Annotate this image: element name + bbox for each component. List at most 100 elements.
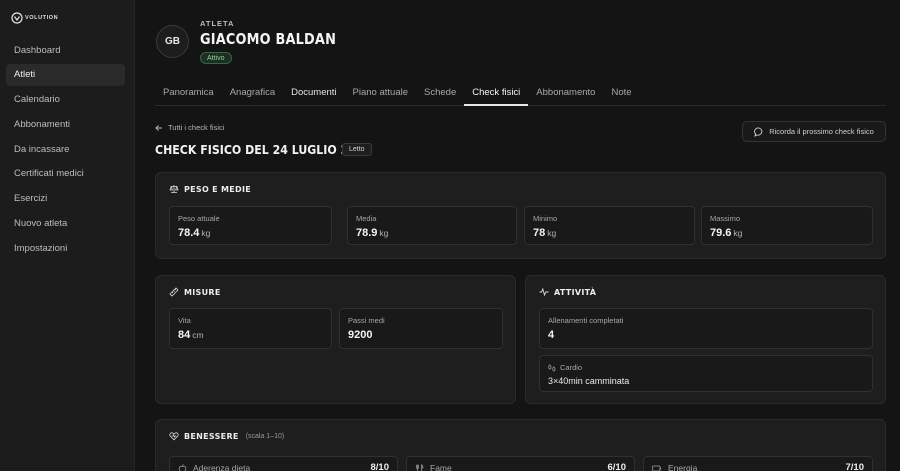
metric-unit: kg <box>733 228 743 238</box>
metric-label: Peso attuale <box>178 214 220 223</box>
score-label-text: Energia <box>668 463 698 471</box>
metric-value: 79.6 kg <box>710 227 742 239</box>
metric-number: 79.6 <box>710 227 732 239</box>
metric-unit: cm <box>192 330 204 340</box>
tab-bar: Panoramica Anagrafica Documenti Piano at… <box>155 84 886 106</box>
sidebar-item-label: Abbonamenti <box>14 118 70 130</box>
tab-label: Anagrafica <box>229 87 276 98</box>
back-link[interactable]: Tutti i check fisici <box>155 123 224 132</box>
metric-value: 4 <box>548 329 555 341</box>
sidebar-item-impostazioni[interactable]: Impostazioni <box>6 237 125 259</box>
metric-label: Cardio <box>548 363 582 372</box>
chat-bubble-icon <box>754 127 763 137</box>
tab-anagrafica[interactable]: Anagrafica <box>222 84 283 106</box>
app-logo[interactable]: VOLUTION <box>11 11 58 25</box>
sidebar: VOLUTION Dashboard Atleti Calendario Abb… <box>0 0 135 471</box>
metric-massimo: Massimo 79.6 kg <box>701 206 873 245</box>
metric-minimo: Minimo 78 kg <box>524 206 695 245</box>
tab-abbonamento[interactable]: Abbonamento <box>528 84 603 106</box>
tab-label: Piano attuale <box>352 87 409 98</box>
weight-card-header: PESO E MEDIE <box>169 184 251 194</box>
tab-label: Abbonamento <box>536 87 596 98</box>
score-value: 8/10 <box>370 462 390 471</box>
tab-note[interactable]: Note <box>603 84 639 106</box>
metric-label: Allenamenti completati <box>548 316 624 325</box>
check-title: CHECK FISICO DEL 24 LUGLIO 2026 <box>155 142 372 157</box>
weight-card: PESO E MEDIE Peso attuale 78.4 kg Media 7… <box>155 172 886 259</box>
sidebar-item-atleti[interactable]: Atleti <box>6 63 125 86</box>
tab-panoramica[interactable]: Panoramica <box>155 84 222 106</box>
metric-allenamenti-completati: Allenamenti completati 4 <box>539 308 873 349</box>
heart-icon <box>169 432 179 441</box>
utensils-icon <box>416 463 424 471</box>
metric-number: 84 <box>178 329 191 341</box>
score-aderenza-dieta: Aderenza dieta 8/10 <box>169 456 398 471</box>
status-badge: Attivo <box>200 52 232 64</box>
footprints-icon <box>548 364 556 371</box>
remind-next-check-button[interactable]: Ricorda il prossimo check fisico <box>742 121 886 142</box>
sidebar-item-label: Atleti <box>14 69 36 81</box>
activity-card: ATTIVITÀ Allenamenti completati 4 Cardio… <box>525 275 886 404</box>
metric-value: 78.4 kg <box>178 227 210 239</box>
tab-schede[interactable]: Schede <box>416 84 464 106</box>
measures-card: MISURE Vita 84 cm Passi medi 9200 <box>155 275 516 404</box>
tab-piano-attuale[interactable]: Piano attuale <box>345 84 416 106</box>
metric-unit: kg <box>379 228 389 238</box>
metric-label: Massimo <box>710 214 741 223</box>
sidebar-item-label: Dashboard <box>14 44 61 56</box>
metric-media: Media 78.9 kg <box>347 206 517 245</box>
wellbeing-card-header: BENESSERE (scala 1–10) <box>169 431 284 441</box>
tab-documenti[interactable]: Documenti <box>283 84 344 106</box>
read-badge: Letto <box>342 143 372 156</box>
metric-value: 78 kg <box>533 227 556 239</box>
sidebar-item-label: Esercizi <box>14 193 48 205</box>
apple-icon <box>178 463 187 471</box>
sidebar-item-label: Impostazioni <box>14 242 68 254</box>
sidebar-nav: Dashboard Atleti Calendario Abbonamenti … <box>6 39 125 262</box>
scale-icon <box>169 185 179 193</box>
sidebar-item-label: Da incassare <box>14 143 70 155</box>
metric-passi-medi: Passi medi 9200 <box>339 308 503 349</box>
metric-peso-attuale: Peso attuale 78.4 kg <box>169 206 332 245</box>
score-value: 6/10 <box>607 462 627 471</box>
score-label-text: Fame <box>430 463 452 471</box>
score-label-text: Aderenza dieta <box>193 463 251 471</box>
back-link-label: Tutti i check fisici <box>168 123 225 132</box>
metric-label: Passi medi <box>348 316 385 325</box>
logo-text: VOLUTION <box>25 15 59 21</box>
sidebar-item-certificati-medici[interactable]: Certificati medici <box>6 163 125 185</box>
metric-number: 78.4 <box>178 227 200 239</box>
score-label: Energia <box>652 463 697 471</box>
tab-label: Check fisici <box>472 87 521 98</box>
logo-mark-icon <box>11 12 23 24</box>
wellbeing-scale: (scala 1–10) <box>245 432 285 440</box>
metric-number: 9200 <box>348 329 373 341</box>
tab-label: Panoramica <box>163 87 214 98</box>
weight-card-title: PESO E MEDIE <box>184 184 252 194</box>
main-content: GB ATLETA GIACOMO BALDAN Attivo Panorami… <box>135 0 900 471</box>
activity-card-title: ATTIVITÀ <box>554 287 597 297</box>
tab-check-fisici[interactable]: Check fisici <box>464 84 529 106</box>
activity-pulse-icon <box>539 287 549 297</box>
sidebar-item-abbonamenti[interactable]: Abbonamenti <box>6 113 125 135</box>
metric-label: Vita <box>178 316 191 325</box>
sidebar-item-label: Nuovo atleta <box>14 218 68 230</box>
ruler-icon <box>169 287 179 297</box>
battery-icon <box>652 465 662 471</box>
wellbeing-card-title: BENESSERE <box>184 431 239 441</box>
arrow-left-icon <box>155 124 162 131</box>
score-fame: Fame 6/10 <box>406 456 635 471</box>
metric-vita: Vita 84 cm <box>169 308 332 349</box>
sidebar-item-esercizi[interactable]: Esercizi <box>6 188 125 210</box>
page-title: GIACOMO BALDAN <box>200 30 337 48</box>
metric-number: 78 <box>533 227 546 239</box>
sidebar-item-dashboard[interactable]: Dashboard <box>6 39 125 61</box>
score-label: Aderenza dieta <box>178 463 250 471</box>
score-energia: Energia 7/10 <box>643 456 873 471</box>
score-label: Fame <box>415 463 452 471</box>
metric-unit: kg <box>201 228 211 238</box>
sidebar-item-calendario[interactable]: Calendario <box>6 89 125 111</box>
sidebar-item-nuovo-atleta[interactable]: Nuovo atleta <box>6 213 125 235</box>
sidebar-item-da-incassare[interactable]: Da incassare <box>6 138 125 160</box>
metric-label: Minimo <box>533 214 558 223</box>
